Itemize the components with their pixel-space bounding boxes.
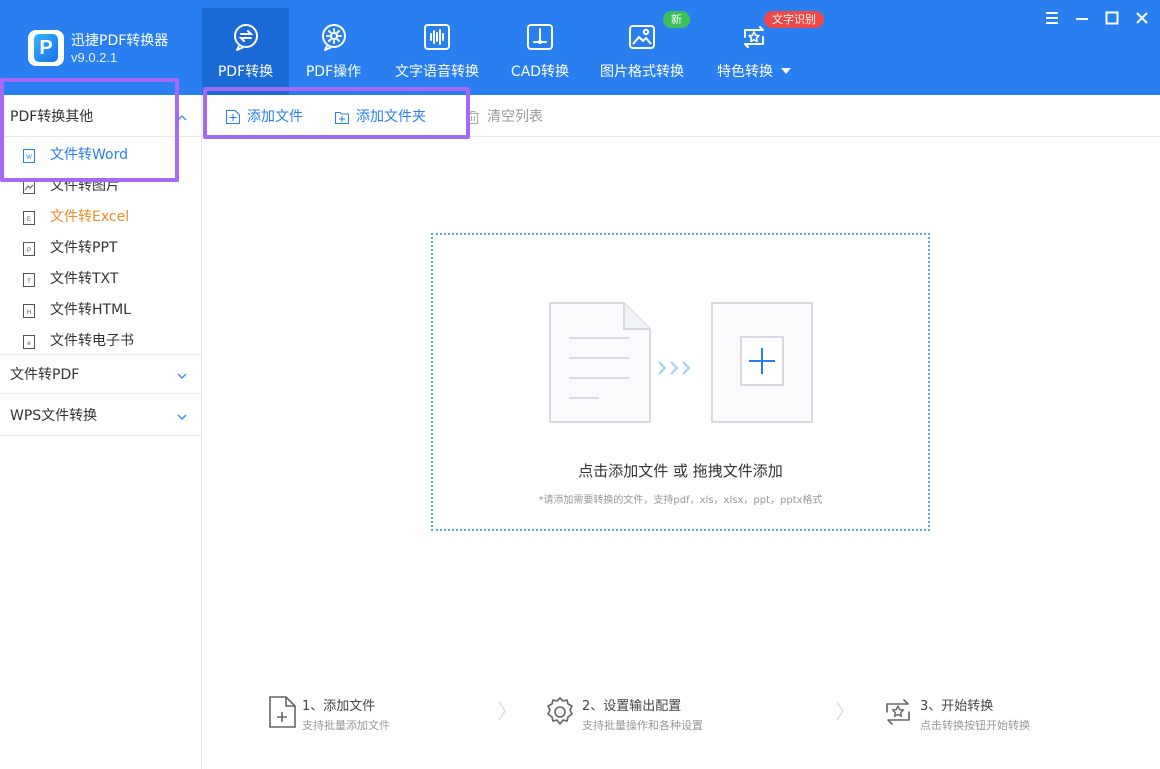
sidebar-item-to-ebook[interactable]: e 文件转电子书 (0, 326, 201, 357)
sidebar-item-label: 文件转TXT (50, 271, 119, 287)
add-file-illustration-icon (549, 302, 813, 423)
sidebar-group-label: 文件转PDF (10, 367, 80, 383)
sidebar-group-wps[interactable]: WPS文件转换 (0, 396, 201, 436)
app-version: v9.0.2.1 (71, 50, 118, 65)
chevron-down-icon (177, 373, 187, 380)
app-logo-icon: P (28, 30, 64, 66)
html-doc-icon: H (23, 304, 35, 318)
sidebar-group-to-pdf[interactable]: 文件转PDF (0, 354, 201, 394)
chevron-down-icon (781, 68, 791, 74)
sidebar-item-label: 文件转Word (50, 147, 128, 163)
svg-text:W: W (26, 155, 32, 161)
sidebar-item-to-ppt[interactable]: P 文件转PPT (0, 233, 201, 264)
svg-text:H: H (27, 310, 31, 316)
tab-text-speech[interactable]: 文字语音转换 (390, 8, 484, 95)
step-subtitle: 支持批量操作和各种设置 (582, 719, 703, 732)
svg-text:e: e (27, 341, 31, 347)
clear-list-button[interactable]: 清空列表 (465, 107, 555, 127)
settings-gear-icon (547, 697, 573, 725)
step-subtitle: 点击转换按钮开始转换 (920, 719, 1030, 732)
trash-icon (467, 111, 479, 124)
start-convert-icon (886, 699, 910, 725)
sidebar-item-label: 文件转Excel (50, 209, 130, 225)
sidebar-item-to-image[interactable]: 文件转图片 (0, 171, 201, 202)
step-subtitle: 支持批量添加文件 (302, 719, 390, 732)
sidebar-item-to-word[interactable]: W 文件转Word (0, 140, 201, 171)
txt-doc-icon: T (23, 273, 35, 287)
step-title: 3、开始转换 (920, 699, 994, 714)
svg-text:P: P (27, 248, 31, 254)
add-file-icon (226, 110, 240, 124)
tab-pdf-convert[interactable]: PDF转换 (202, 8, 289, 95)
excel-doc-icon: E (23, 211, 35, 225)
image-icon (629, 25, 655, 49)
file-dropzone[interactable]: 点击添加文件 或 拖拽文件添加 *请添加需要转换的文件，支持pdf，xls，xl… (431, 233, 930, 531)
menu-icon[interactable] (1044, 10, 1060, 26)
sidebar-item-label: 文件转HTML (50, 302, 131, 318)
chevron-right-icon (836, 701, 844, 721)
add-file-icon (269, 696, 296, 728)
minimize-icon[interactable] (1074, 10, 1090, 26)
sidebar-item-label: 文件转电子书 (50, 333, 134, 349)
new-badge: 新 (663, 11, 690, 28)
app-header: P 迅捷PDF转换器 v9.0.2.1 PDF转换 PDF操作 文字语音转换 C… (0, 0, 1160, 95)
tab-label: 图片格式转换 (600, 64, 684, 80)
tab-label: 文字语音转换 (395, 64, 479, 80)
step-title: 1、添加文件 (302, 699, 376, 714)
chevron-down-icon (177, 414, 187, 421)
dropzone-hint: *请添加需要转换的文件，支持pdf，xls，xlsx，ppt，pptx格式 (538, 495, 823, 506)
svg-text:E: E (27, 217, 31, 223)
app-name: 迅捷PDF转换器 (71, 33, 169, 49)
ppt-doc-icon: P (23, 242, 35, 256)
image-doc-icon (23, 180, 35, 194)
chevron-up-icon (177, 114, 187, 121)
sidebar-group-label: WPS文件转换 (10, 408, 98, 424)
tab-cad-convert[interactable]: CAD转换 (500, 8, 580, 95)
maximize-icon[interactable] (1104, 10, 1120, 26)
close-icon[interactable] (1134, 10, 1150, 26)
dropzone-title: 点击添加文件 或 拖拽文件添加 (578, 462, 783, 480)
sidebar-group-label: PDF转换其他 (10, 109, 94, 125)
tab-label: 特色转换 (708, 61, 800, 81)
step-title: 2、设置输出配置 (582, 699, 682, 714)
sidebar: PDF转换其他 W 文件转Word 文件转图片 E 文件转Excel P 文件转… (0, 95, 202, 769)
chevron-right-icon (498, 701, 506, 721)
tab-label: PDF操作 (305, 64, 362, 80)
audio-wave-icon (424, 24, 450, 50)
add-file-button[interactable]: 添加文件 (225, 107, 315, 127)
ocr-badge: 文字识别 (764, 11, 824, 28)
gear-icon (321, 24, 346, 51)
add-folder-button[interactable]: 添加文件夹 (334, 107, 444, 127)
add-folder-icon (335, 112, 349, 124)
sidebar-item-label: 文件转图片 (50, 178, 120, 194)
sidebar-item-to-txt[interactable]: T 文件转TXT (0, 264, 201, 295)
tab-label: PDF转换 (217, 64, 274, 80)
star-convert-icon (744, 26, 764, 48)
ebook-doc-icon: e (23, 335, 35, 349)
sidebar-group-pdf-other[interactable]: PDF转换其他 (0, 97, 201, 137)
sidebar-item-to-excel[interactable]: E 文件转Excel (0, 202, 201, 233)
convert-icon (233, 24, 258, 51)
cad-icon (527, 24, 553, 50)
sidebar-item-to-html[interactable]: H 文件转HTML (0, 295, 201, 326)
tab-label: CAD转换 (510, 64, 570, 80)
svg-text:T: T (27, 279, 31, 285)
toolbar: 添加文件 添加文件夹 清空列表 (202, 95, 1160, 137)
tab-pdf-operations[interactable]: PDF操作 (290, 8, 377, 95)
sidebar-item-label: 文件转PPT (50, 240, 118, 256)
word-doc-icon: W (23, 149, 35, 163)
